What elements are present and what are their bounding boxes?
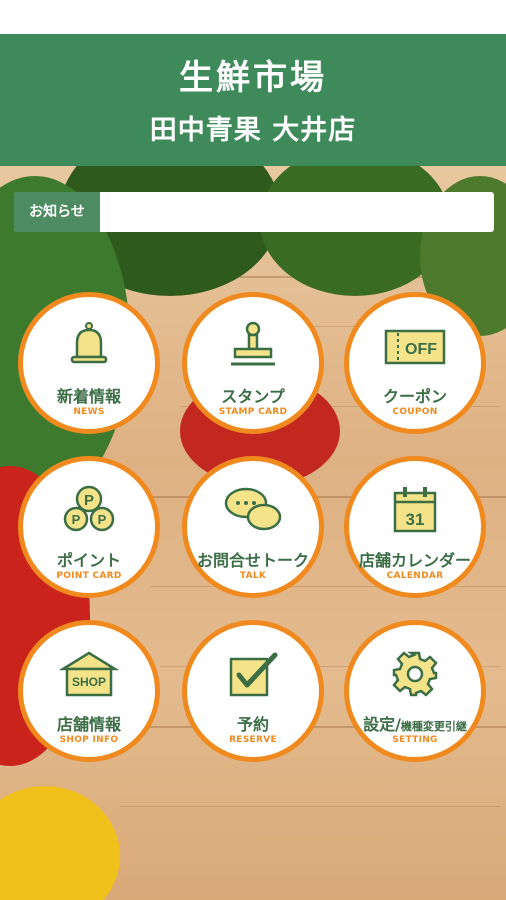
menu-coupon-label: クーポン [382, 387, 447, 406]
app-header: 生鮮市場 田中青果 大井店 [0, 34, 506, 166]
menu-calendar-button[interactable]: 31 店舗カレンダー CALENDAR [344, 456, 486, 598]
coupon-icon: OFF [384, 329, 446, 365]
menu-setting-label: 設定/機種変更引継 [363, 715, 467, 734]
svg-text:P: P [84, 492, 94, 509]
checkbox-icon [229, 652, 278, 697]
gear-icon [392, 651, 438, 697]
shop-icon: SHOP [59, 651, 119, 697]
svg-text:P: P [98, 512, 107, 527]
calendar-icon: 31 [393, 487, 437, 533]
menu-setting-button[interactable]: 設定/機種変更引継 SETTING [344, 620, 486, 762]
svg-text:SHOP: SHOP [72, 675, 106, 689]
stamp-icon [231, 321, 275, 366]
menu-shop-info-label: 店舗情報 [56, 715, 121, 734]
menu-shop-info-sublabel: SHOP INFO [59, 735, 119, 745]
menu-talk-label: お問合せトーク [196, 551, 309, 570]
menu-stamp-sublabel: STAMP CARD [218, 407, 288, 417]
store-name: 田中青果 大井店 [149, 115, 357, 146]
notice-label: お知らせ [14, 192, 100, 232]
menu-coupon-sublabel: COUPON [392, 407, 438, 417]
svg-text:OFF: OFF [405, 341, 437, 358]
menu-calendar-sublabel: CALENDAR [386, 571, 444, 581]
menu-coupon-button[interactable]: OFF クーポン COUPON [344, 292, 486, 434]
svg-text:31: 31 [406, 510, 425, 529]
notice-bar[interactable]: お知らせ [14, 192, 494, 232]
menu-calendar-label: 店舗カレンダー [358, 551, 471, 570]
points-icon: P P P [63, 485, 115, 532]
menu-points-label: ポイント [56, 551, 121, 570]
menu-news-button[interactable]: 新着情報 NEWS [18, 292, 160, 434]
menu-news-label: 新着情報 [56, 387, 121, 406]
chat-bubbles-icon [224, 487, 282, 531]
menu-talk-sublabel: TALK [239, 571, 267, 581]
menu-talk-button[interactable]: お問合せトーク TALK [182, 456, 324, 598]
menu-points-sublabel: POINT CARD [56, 571, 122, 581]
menu-stamp-label: スタンプ [221, 387, 285, 406]
app-title: 生鮮市場 [179, 58, 327, 98]
svg-text:P: P [72, 512, 81, 527]
menu-points-button[interactable]: P P P ポイント POINT CARD [18, 456, 160, 598]
menu-shop-info-button[interactable]: SHOP 店舗情報 SHOP INFO [18, 620, 160, 762]
status-bar [0, 0, 506, 34]
bell-icon [70, 322, 108, 364]
menu-news-sublabel: NEWS [73, 407, 105, 417]
menu-reserve-label: 予約 [236, 715, 269, 734]
menu-reserve-button[interactable]: 予約 RESERVE [182, 620, 324, 762]
menu-reserve-sublabel: RESERVE [229, 735, 277, 745]
menu-setting-sublabel: SETTING [392, 735, 438, 745]
menu-stamp-button[interactable]: スタンプ STAMP CARD [182, 292, 324, 434]
